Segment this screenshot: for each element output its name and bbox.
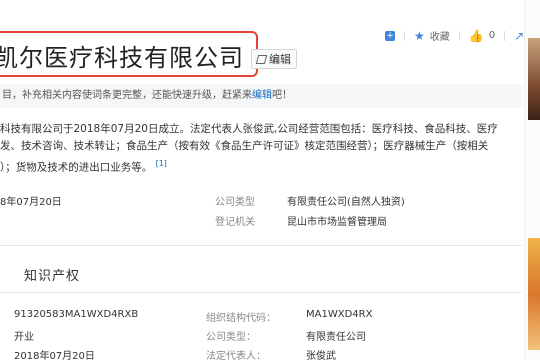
summary-line-last: ）；货物及技术的进出口业务等。 [1] <box>0 155 520 177</box>
entry-toolbar: + ★ 收藏 👍 0 ↗ 0 <box>385 28 536 43</box>
star-icon[interactable]: ★ <box>414 29 425 43</box>
thumbs-up-icon[interactable]: 👍 <box>469 29 484 43</box>
summary-line-text: ）；货物及技术的进出口业务等。 <box>0 161 153 174</box>
org-code-label: 组织结构代码： <box>206 313 276 324</box>
toolbar-divider <box>504 30 506 41</box>
collect-button[interactable]: 收藏 <box>430 28 450 43</box>
pencil-icon <box>255 54 268 64</box>
company-type-label: 公司类型 <box>215 197 255 208</box>
toolbar-divider <box>458 30 460 41</box>
share-icon[interactable]: ↗ <box>514 29 524 43</box>
edit-button[interactable]: 编辑 <box>251 49 297 69</box>
section-divider <box>0 245 522 246</box>
notice-text: 目，补充相关内容使词条更完整，还能快速升级，赶紧来 <box>2 90 252 101</box>
status-value: 开业 <box>14 332 34 343</box>
ip-section-title: 知识产权 <box>24 269 81 284</box>
founded-date-value: 8年07月20日 <box>0 197 62 208</box>
title-highlight-box <box>0 31 258 77</box>
edit-button-label: 编辑 <box>269 53 291 66</box>
section-divider <box>0 292 522 293</box>
citation-link[interactable]: [1] <box>156 159 167 168</box>
org-code-value: MA1WXD4RX <box>306 309 373 320</box>
registry-label: 登记机关 <box>215 217 255 228</box>
sidebar-ad-image[interactable] <box>528 238 540 350</box>
notice-text-end: 吧！ <box>272 90 292 101</box>
summary-line: 科技有限公司于2018年07月20日成立。法定代表人张俊武,公司经营范围包括：医… <box>0 123 498 135</box>
reg-company-type-label: 公司类型： <box>206 332 256 343</box>
edit-notice-bar: 目，补充相关内容使词条更完整，还能快速升级，赶紧来编辑吧！ <box>0 84 522 108</box>
credit-code-value: 91320583MA1WXD4RXB <box>14 309 139 320</box>
add-icon[interactable]: + <box>385 30 395 41</box>
summary-line: 发、技术咨询、技术转让；食品生产（按有效《食品生产许可证》核定范围经营）；医疗器… <box>0 140 489 152</box>
registry-value: 昆山市市场监督管理局 <box>287 217 387 228</box>
company-type-value: 有限责任公司(自然人独资) <box>287 197 405 208</box>
toolbar-divider <box>404 30 405 41</box>
summary-paragraph: 科技有限公司于2018年07月20日成立。法定代表人张俊武,公司经营范围包括：医… <box>0 121 520 177</box>
sidebar-image[interactable] <box>528 38 540 120</box>
notice-edit-link[interactable]: 编辑 <box>252 90 272 101</box>
like-count: 0 <box>488 30 496 41</box>
reg-company-type-value: 有限责任公司 <box>306 332 366 343</box>
